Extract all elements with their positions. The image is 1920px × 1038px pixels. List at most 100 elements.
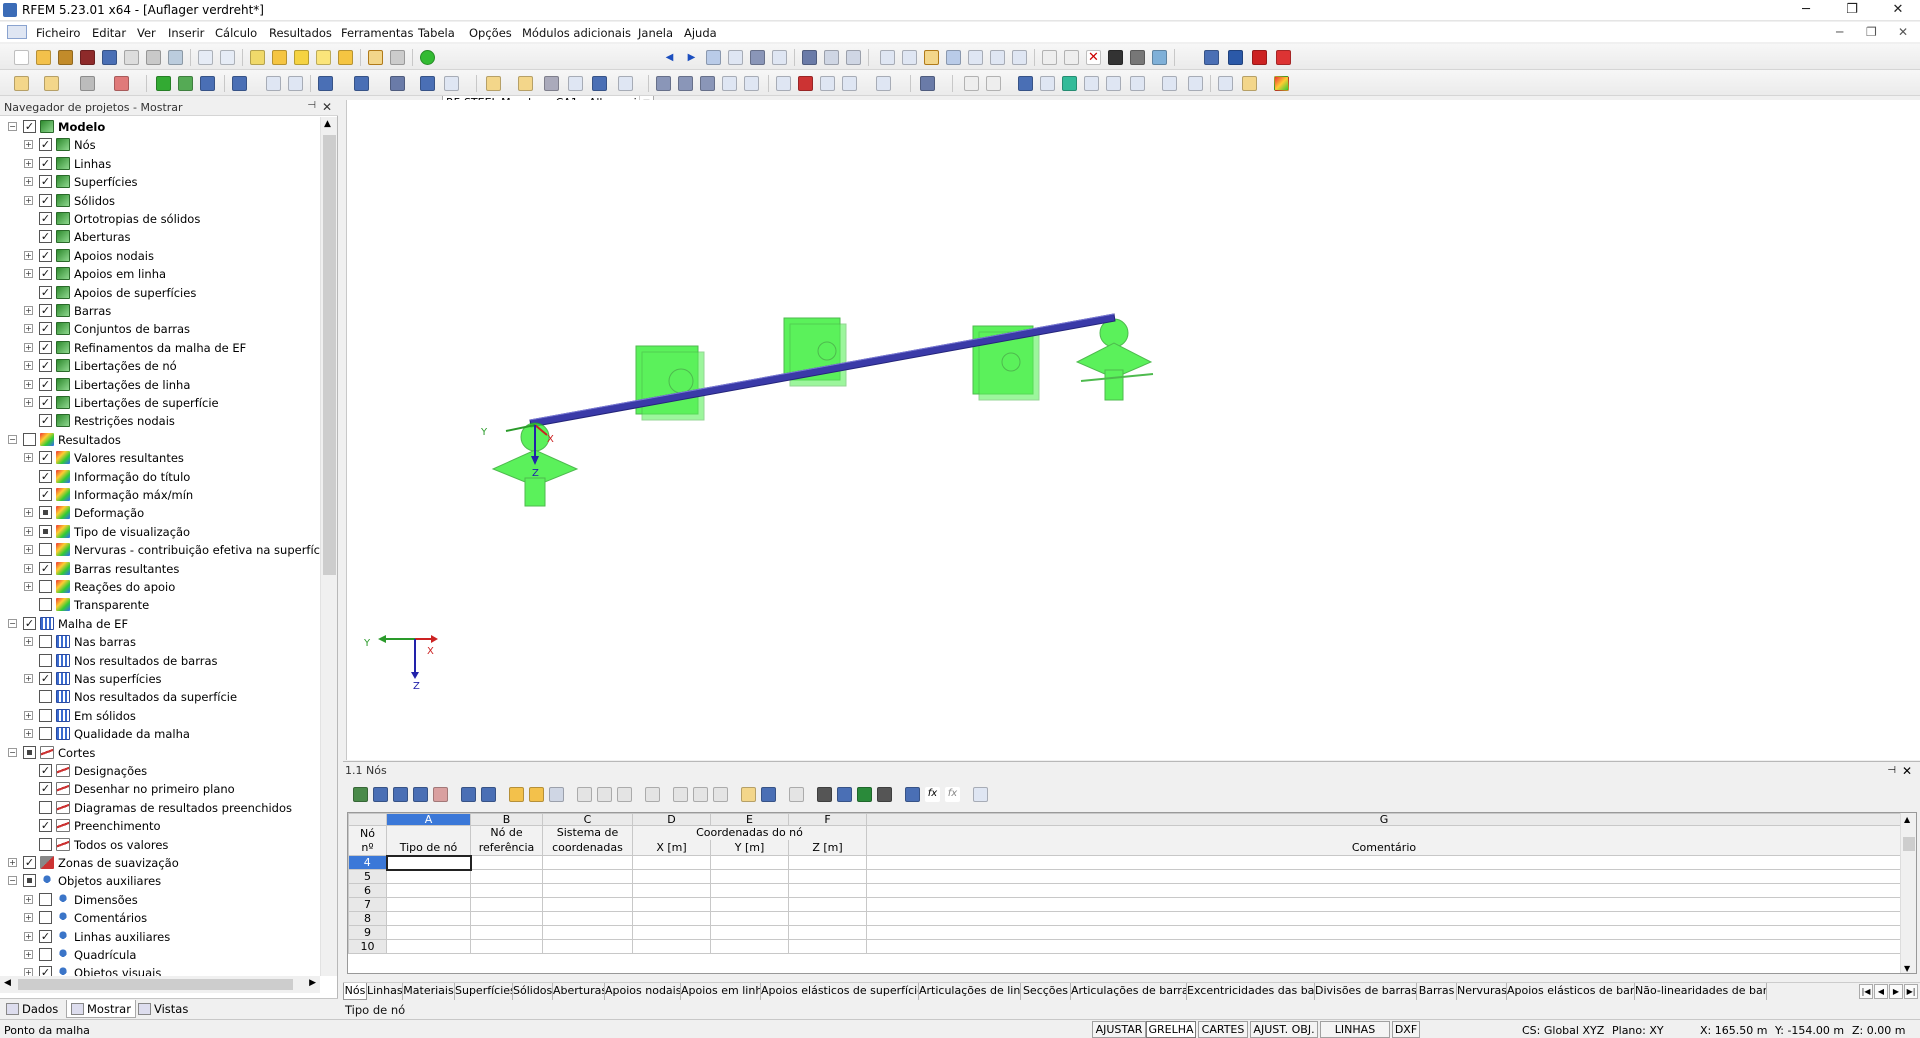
- wireframe-icon[interactable]: [444, 76, 459, 91]
- tree-item-barras[interactable]: + ✓ Barras: [0, 301, 320, 319]
- tree-item-modelo[interactable]: − ✓ Modelo: [0, 117, 320, 135]
- visibility-checkbox[interactable]: ✓: [39, 156, 52, 170]
- tree-item-solidos[interactable]: + ✓ Sólidos: [0, 191, 320, 209]
- view-direction-icon[interactable]: [592, 76, 607, 91]
- visibility-checkbox[interactable]: [39, 727, 52, 741]
- table-tab[interactable]: Nervuras: [1457, 983, 1507, 1000]
- table-cell[interactable]: [632, 855, 711, 870]
- tree-item-dimensoes[interactable]: + Dimensões: [0, 890, 320, 908]
- menu-inserir[interactable]: Inserir: [168, 26, 204, 40]
- visibility-checkbox[interactable]: [39, 690, 52, 704]
- table-cell[interactable]: [632, 883, 711, 898]
- tree-item-aberturas[interactable]: ✓ Aberturas: [0, 227, 320, 245]
- dxf-button[interactable]: DXF: [1392, 1021, 1420, 1038]
- collapse-icon[interactable]: −: [8, 747, 17, 757]
- table-cell[interactable]: [866, 939, 1902, 954]
- tree-item-zonas-de-suavizacao[interactable]: + ✓ Zonas de suavização: [0, 853, 320, 871]
- colors-icon[interactable]: [1018, 76, 1033, 91]
- table-row-delete-icon[interactable]: [673, 787, 688, 802]
- open-library-icon[interactable]: [58, 50, 73, 65]
- menu-tabela[interactable]: Tabela: [418, 26, 455, 40]
- visibility-checkbox[interactable]: [39, 800, 52, 814]
- print-icon[interactable]: [124, 50, 139, 65]
- visibility-checkbox[interactable]: ✓: [39, 966, 52, 976]
- column-letter[interactable]: A: [386, 813, 471, 826]
- delete-icon[interactable]: ✕: [1086, 50, 1101, 65]
- table-tab[interactable]: Articulações de barras: [1071, 983, 1187, 1000]
- visibility-checkbox[interactable]: [23, 745, 36, 759]
- table-cell[interactable]: [866, 883, 1902, 898]
- visibility-checkbox[interactable]: [39, 524, 52, 538]
- table-delete-icon[interactable]: [433, 787, 448, 802]
- zoom-all-icon[interactable]: [678, 76, 693, 91]
- tree-item-barras-resultantes[interactable]: + ✓ Barras resultantes: [0, 559, 320, 577]
- tree-item-apoios-nodais[interactable]: + ✓ Apoios nodais: [0, 246, 320, 264]
- tree-item-nas-barras[interactable]: + Nas barras: [0, 632, 320, 650]
- results-icon[interactable]: [706, 50, 721, 65]
- table-cell[interactable]: [710, 897, 789, 912]
- menu-ferramentas[interactable]: Ferramentas: [341, 26, 413, 40]
- visibility-checkbox[interactable]: [39, 892, 52, 906]
- row-number[interactable]: 4: [348, 855, 387, 870]
- column-letter[interactable]: D: [632, 813, 711, 826]
- table-tab[interactable]: Apoios elásticos de superfícies: [761, 983, 919, 1000]
- tree-item-nos[interactable]: + ✓ Nós: [0, 135, 320, 153]
- table-cell[interactable]: [788, 883, 867, 898]
- tree-item-refinamentos-da-malha-de-ef[interactable]: + ✓ Refinamentos da malha de EF: [0, 338, 320, 356]
- member-results-icon[interactable]: [802, 50, 817, 65]
- menu-resultados[interactable]: Resultados: [269, 26, 332, 40]
- tree-item-nos-resultados-de-barras[interactable]: Nos resultados de barras: [0, 651, 320, 669]
- table-tab[interactable]: Articulações de linha: [919, 983, 1021, 1000]
- table-paste-icon[interactable]: [597, 787, 612, 802]
- visibility-checkbox[interactable]: ✓: [39, 819, 52, 833]
- table-edit-icon[interactable]: [353, 787, 368, 802]
- tree-item-qualidade-da-malha[interactable]: + Qualidade da malha: [0, 724, 320, 742]
- visibility-checkbox[interactable]: ✓: [39, 285, 52, 299]
- column-letter[interactable]: F: [788, 813, 867, 826]
- table-cell[interactable]: [866, 925, 1902, 940]
- edit-icon[interactable]: [250, 50, 265, 65]
- table-cell[interactable]: [710, 939, 789, 954]
- table-tab[interactable]: Divisões de barras: [1315, 983, 1417, 1000]
- tree-item-quadricula[interactable]: + Quadrícula: [0, 945, 320, 963]
- visibility-checkbox[interactable]: ✓: [39, 248, 52, 262]
- expand-icon[interactable]: +: [24, 195, 33, 205]
- scroll-left-icon[interactable]: ◀: [4, 978, 11, 988]
- visibility-checkbox[interactable]: [39, 948, 52, 961]
- table-cell[interactable]: [632, 939, 711, 954]
- save-icon[interactable]: [102, 50, 117, 65]
- visibility-checkbox[interactable]: ✓: [39, 672, 52, 685]
- redo-icon[interactable]: [220, 50, 235, 65]
- legend-icon[interactable]: [1040, 76, 1055, 91]
- table-tab[interactable]: Barras: [1417, 983, 1457, 1000]
- iso-view-icon[interactable]: [656, 76, 671, 91]
- table-cell[interactable]: [542, 883, 633, 898]
- expand-icon[interactable]: +: [24, 361, 33, 371]
- table-row[interactable]: 10: [348, 939, 1902, 954]
- tree-item-informacao-max-min[interactable]: ✓ Informação máx/mín: [0, 485, 320, 503]
- expand-icon[interactable]: +: [24, 545, 33, 555]
- archive-icon[interactable]: [80, 50, 95, 65]
- table-cell[interactable]: [470, 925, 543, 940]
- line-icon[interactable]: [44, 76, 59, 91]
- tree-item-libertacoes-de-no[interactable]: + ✓ Libertações de nó: [0, 356, 320, 374]
- expand-icon[interactable]: +: [24, 177, 33, 187]
- expand-icon[interactable]: +: [24, 342, 33, 352]
- table-view-sync-icon[interactable]: [761, 787, 776, 802]
- axis-z-icon[interactable]: [820, 76, 835, 91]
- tree-item-comentarios[interactable]: + Comentários: [0, 908, 320, 926]
- tree-item-conjuntos-de-barras[interactable]: + ✓ Conjuntos de barras: [0, 319, 320, 337]
- section-view-icon[interactable]: [876, 76, 891, 91]
- expand-icon[interactable]: +: [24, 324, 33, 334]
- visibility-checkbox[interactable]: [39, 598, 52, 612]
- column-letter[interactable]: B: [470, 813, 543, 826]
- dimension-icon[interactable]: [232, 76, 247, 91]
- table-filter-icon[interactable]: [413, 787, 428, 802]
- table-tab[interactable]: Superfícies: [455, 983, 513, 1000]
- row-number[interactable]: 6: [348, 883, 387, 898]
- navigator-horizontal-scrollbar[interactable]: ◀ ▶: [0, 976, 320, 993]
- tree-item-apoios-de-superficies[interactable]: ✓ Apoios de superfícies: [0, 283, 320, 301]
- camera-icon[interactable]: [354, 76, 369, 91]
- row-number[interactable]: 10: [348, 939, 387, 954]
- visibility-checkbox[interactable]: [39, 506, 52, 520]
